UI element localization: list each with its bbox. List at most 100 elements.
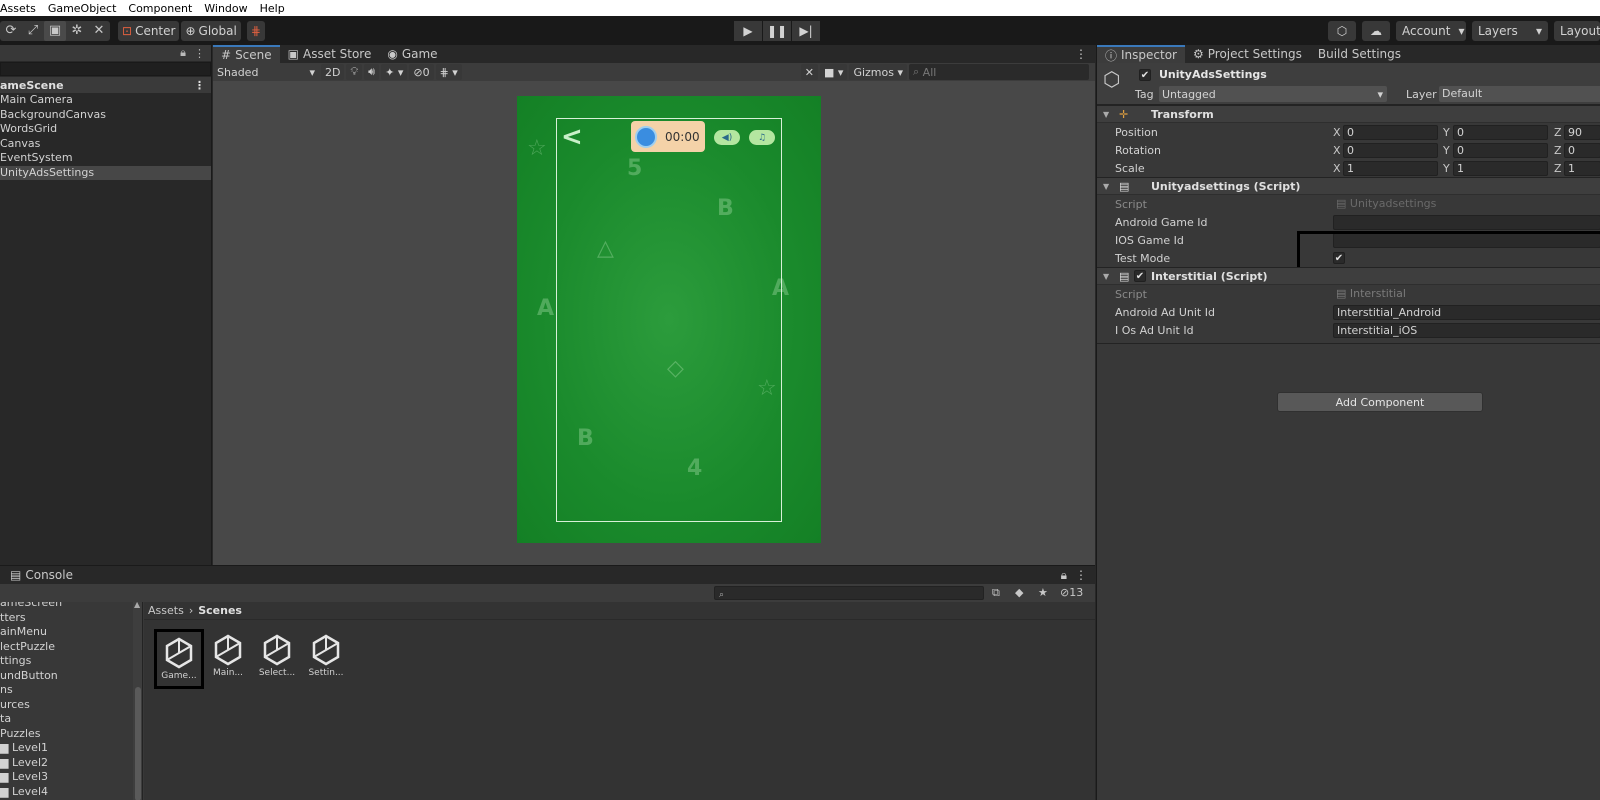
position-z-field[interactable]: 90 [1564, 124, 1600, 140]
rotation-x-field[interactable]: 0 [1343, 142, 1438, 158]
hierarchy-search-input[interactable] [0, 62, 211, 76]
collab-icon[interactable]: ⬡ [1328, 21, 1356, 41]
layer-dropdown[interactable]: Default [1439, 86, 1600, 102]
scene-asset[interactable]: Select... [252, 629, 302, 689]
scene-asset[interactable]: Settin... [301, 629, 351, 689]
music-toggle-icon[interactable]: ♫ [749, 130, 775, 145]
rotation-y-field[interactable]: 0 [1453, 142, 1548, 158]
step-icon[interactable]: ▶| [792, 21, 820, 41]
tree-item[interactable]: lectPuzzle [0, 640, 62, 655]
tree-item[interactable]: ttings [0, 654, 62, 669]
tree-item[interactable]: tters [0, 611, 62, 626]
scene-asset[interactable]: Main... [203, 629, 253, 689]
custom-tool-icon[interactable]: ✕ [88, 21, 110, 41]
scale-x-field[interactable]: 1 [1343, 160, 1438, 176]
hierarchy-item[interactable]: Main Camera [0, 93, 211, 108]
more-icon[interactable]: ⋮ [194, 79, 205, 92]
tree-item[interactable]: ameScreen [0, 602, 62, 611]
game-canvas[interactable]: ☆ △ B A ◇ ☆ B 4 5 A < 00:00 ◀) ♫ [517, 96, 821, 543]
hierarchy-item[interactable]: BackgroundCanvas [0, 108, 211, 123]
breadcrumb-root[interactable]: Assets [148, 604, 184, 617]
position-x-field[interactable]: 0 [1343, 124, 1438, 140]
tree-folder[interactable]: ▆ Level4 [0, 785, 62, 800]
scale-tool-icon[interactable]: ⤢ [22, 21, 44, 41]
tab-game[interactable]: ◉ Game [379, 45, 445, 63]
tab-asset-store[interactable]: ▣ Asset Store [280, 45, 380, 63]
effects-icon[interactable]: ✦ ▾ [381, 64, 408, 80]
test-mode-checkbox[interactable]: ✔ [1333, 252, 1345, 264]
active-checkbox[interactable]: ✔ [1139, 69, 1151, 81]
scene-viewport[interactable]: ☆ △ B A ◇ ☆ B 4 5 A < 00:00 ◀) ♫ [213, 81, 1095, 565]
tree-folder[interactable]: ▆ Level2 [0, 756, 62, 771]
interstitial-header[interactable]: ▼ ▤ ✔ Interstitial (Script) [1097, 267, 1600, 285]
audio-icon[interactable]: 🔊︎ [364, 64, 380, 80]
more-icon[interactable]: ⋮ [1067, 45, 1095, 63]
visibility-toggle[interactable]: ⊘ 0 [409, 64, 434, 80]
project-search-input[interactable]: ⌕ [714, 586, 984, 600]
menu-assets[interactable]: Assets [0, 2, 42, 15]
shading-dropdown[interactable]: Shaded ▾ [213, 64, 319, 80]
pause-icon[interactable]: ❚❚ [763, 21, 791, 41]
scale-z-field[interactable]: 1 [1564, 160, 1600, 176]
lock-icon[interactable]: 🔒︎ [180, 46, 186, 60]
layers-dropdown[interactable]: Layers ▾ [1472, 21, 1548, 41]
tree-folder[interactable]: ▆ Level1 [0, 741, 62, 756]
tab-build-settings[interactable]: Build Settings [1310, 45, 1409, 63]
interstitial-enabled-checkbox[interactable]: ✔ [1134, 270, 1146, 282]
play-icon[interactable]: ▶ [734, 21, 762, 41]
tree-item[interactable]: urces [0, 698, 62, 713]
scene-asset[interactable]: Game... [154, 629, 204, 689]
rect-tool-icon[interactable]: ▣ [44, 20, 66, 41]
add-component-button[interactable]: Add Component [1277, 392, 1483, 412]
back-arrow-icon[interactable]: < [561, 122, 585, 152]
scroll-up-icon[interactable]: ▲ [134, 602, 140, 609]
lighting-icon[interactable]: 💡︎ [346, 64, 363, 80]
hidden-packages-toggle[interactable]: ⊘13 [1060, 586, 1083, 599]
gizmos-dropdown[interactable]: Gizmos ▾ [849, 64, 907, 80]
tree-item[interactable]: ns [0, 683, 62, 698]
more-icon[interactable]: ⋮ [194, 47, 205, 60]
android-game-id-field[interactable] [1333, 214, 1600, 230]
hierarchy-item[interactable]: Canvas [0, 137, 211, 152]
position-y-field[interactable]: 0 [1453, 124, 1548, 140]
tab-project[interactable] [0, 566, 8, 584]
foldout-icon[interactable]: ▼ [1103, 272, 1109, 281]
scroll-thumb[interactable] [135, 687, 141, 800]
star-icon[interactable]: ★ [1038, 586, 1048, 599]
space-toggle[interactable]: ⊕ Global [181, 20, 241, 41]
tab-inspector[interactable]: ⓘ Inspector [1097, 45, 1185, 63]
camera-icon[interactable]: ■ ▾ [820, 64, 848, 80]
hierarchy-item[interactable]: WordsGrid [0, 122, 211, 137]
filter-type-icon[interactable]: ⧉ [992, 586, 1000, 600]
tab-scene[interactable]: # Scene [213, 45, 280, 63]
menu-component[interactable]: Component [122, 2, 198, 15]
cloud-icon[interactable]: ☁ [1362, 21, 1390, 41]
tab-project-settings[interactable]: ⚙ Project Settings [1185, 45, 1310, 63]
account-dropdown[interactable]: Account ▾ [1396, 21, 1466, 41]
layout-dropdown[interactable]: Layout [1554, 21, 1600, 41]
transform-header[interactable]: ▼ ✛ Transform [1097, 105, 1600, 123]
foldout-icon[interactable]: ▼ [1103, 182, 1109, 191]
hierarchy-item[interactable]: EventSystem [0, 151, 211, 166]
grid-snap-icon[interactable]: ⋕ ▾ [435, 64, 462, 80]
tag-icon[interactable]: ◆ [1015, 586, 1023, 599]
hierarchy-item-selected[interactable]: UnityAdsSettings [0, 165, 211, 180]
pivot-toggle[interactable]: ⊡ Center [118, 20, 180, 41]
tree-item[interactable]: undButton [0, 669, 62, 684]
rotation-z-field[interactable]: 0 [1564, 142, 1600, 158]
more-icon[interactable]: ⋮ [1075, 566, 1095, 584]
ads-script-header[interactable]: ▼ ▤ Unityadsettings (Script) [1097, 177, 1600, 195]
scene-root-row[interactable]: ameScene ⋮ [0, 77, 211, 93]
toggle-2d-button[interactable]: 2D [321, 64, 345, 80]
android-ad-unit-field[interactable]: Interstitial_Android [1333, 304, 1600, 320]
tab-console[interactable]: ▤ Console [8, 566, 81, 584]
menu-help[interactable]: Help [254, 2, 291, 15]
tools-icon[interactable]: ✕ [800, 64, 819, 80]
tree-item[interactable]: ta [0, 712, 62, 727]
tree-scrollbar[interactable]: ▲ [133, 602, 142, 800]
menu-gameobject[interactable]: GameObject [42, 2, 123, 15]
tree-item[interactable]: ainMenu [0, 625, 62, 640]
menu-window[interactable]: Window [198, 2, 253, 15]
ios-ad-unit-field[interactable]: Interstitial_iOS [1333, 322, 1600, 338]
sound-toggle-icon[interactable]: ◀) [714, 130, 740, 145]
